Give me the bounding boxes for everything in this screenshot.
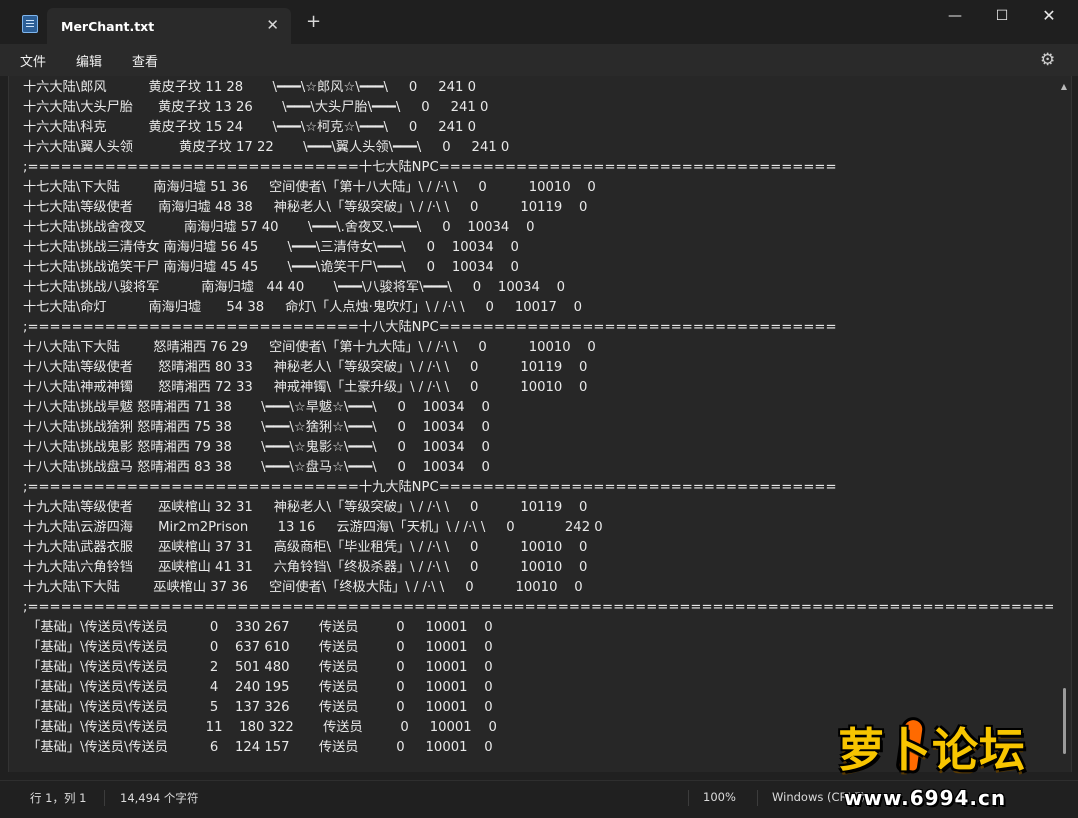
text-line[interactable]: 十七大陆\挑战舍夜叉 南海归墟 57 40 \━━━\.舍夜叉.\━━━\ 0 … (23, 218, 1053, 238)
text-line[interactable]: 十八大陆\下大陆 怒晴湘西 76 29 空间使者\「第十九大陆」\ / /·\ … (23, 338, 1053, 358)
file-tab[interactable]: MerChant.txt ✕ (47, 8, 291, 44)
scroll-up-arrow-icon[interactable]: ▲ (1061, 82, 1067, 91)
zoom-level[interactable]: 100% (703, 790, 736, 804)
text-line[interactable]: 「基础」\传送员\传送员 2 501 480 传送员 0 10001 0 (23, 658, 1053, 678)
text-line[interactable]: 十六大陆\科克 黄皮子坟 15 24 \━━━\☆柯克☆\━━━\ 0 241 … (23, 118, 1053, 138)
text-line[interactable]: 十七大陆\命灯 南海归墟 54 38 命灯\「人点烛·鬼吹灯」\ / /·\ \… (23, 298, 1053, 318)
tab-close-icon[interactable]: ✕ (266, 16, 279, 34)
text-line[interactable]: ;=======================================… (23, 598, 1053, 618)
text-line[interactable]: 十八大陆\挑战盘马 怒晴湘西 83 38 \━━━\☆盘马☆\━━━\ 0 10… (23, 458, 1053, 478)
text-line[interactable]: 十七大陆\挑战三清侍女 南海归墟 56 45 \━━━\三清侍女\━━━\ 0 … (23, 238, 1053, 258)
status-divider (688, 790, 689, 806)
notepad-window: MerChant.txt ✕ + — ☐ ✕ 文件 编辑 查看 ⚙ 十六大陆\郎… (0, 0, 1078, 818)
text-line[interactable]: ;==============================十九大陆NPC==… (23, 478, 1053, 498)
text-line[interactable]: 十九大陆\六角铃铛 巫峡棺山 41 31 六角铃铛\「终极杀器」\ / /·\ … (23, 558, 1053, 578)
text-line[interactable]: 十八大陆\神戒神镯 怒晴湘西 72 33 神戒神镯\「土豪升级」\ / /·\ … (23, 378, 1053, 398)
tab-title: MerChant.txt (61, 19, 155, 34)
text-line[interactable]: 十八大陆\挑战鬼影 怒晴湘西 79 38 \━━━\☆鬼影☆\━━━\ 0 10… (23, 438, 1053, 458)
watermark-title: 萝卜论坛 (838, 723, 1026, 777)
text-line[interactable]: ;==============================十七大陆NPC==… (23, 158, 1053, 178)
title-bar: MerChant.txt ✕ + — ☐ ✕ (0, 0, 1078, 44)
text-line[interactable]: 十七大陆\挑战八骏将军 南海归墟 44 40 \━━━\八骏将军\━━━\ 0 … (23, 278, 1053, 298)
notepad-app-icon (22, 15, 38, 33)
text-line[interactable]: 十七大陆\挑战诡笑干尸 南海归墟 45 45 \━━━\诡笑干尸\━━━\ 0 … (23, 258, 1053, 278)
text-line[interactable]: 「基础」\传送员\传送员 0 330 267 传送员 0 10001 0 (23, 618, 1053, 638)
text-line[interactable]: 十六大陆\大头尸胎 黄皮子坟 13 26 \━━━\大头尸胎\━━━\ 0 24… (23, 98, 1053, 118)
text-line[interactable]: 「基础」\传送员\传送员 0 637 610 传送员 0 10001 0 (23, 638, 1053, 658)
text-line[interactable]: 十九大陆\下大陆 巫峡棺山 37 36 空间使者\「终极大陆」\ / /·\ \… (23, 578, 1053, 598)
menu-bar: 文件 编辑 查看 ⚙ (0, 44, 1078, 76)
text-line[interactable]: 「基础」\传送员\传送员 4 240 195 传送员 0 10001 0 (23, 678, 1053, 698)
minimize-button[interactable]: — (932, 6, 978, 26)
text-line[interactable]: 十九大陆\云游四海 Mir2m2Prison 13 16 云游四海\「天机」\ … (23, 518, 1053, 538)
text-line[interactable]: 十九大陆\武器衣服 巫峡棺山 37 31 高级商柜\「毕业租凭」\ / /·\ … (23, 538, 1053, 558)
text-line[interactable]: 十七大陆\等级使者 南海归墟 48 38 神秘老人\「等级突破」\ / /·\ … (23, 198, 1053, 218)
vertical-scrollbar[interactable]: ▲ (1057, 76, 1071, 772)
text-line[interactable]: 十六大陆\翼人头领 黄皮子坟 17 22 \━━━\翼人头领\━━━\ 0 24… (23, 138, 1053, 158)
character-count: 14,494 个字符 (120, 791, 199, 805)
cursor-position: 行 1，列 1 (30, 791, 87, 805)
watermark-url: www.6994.cn (844, 786, 1007, 810)
text-line[interactable]: 十九大陆\等级使者 巫峡棺山 32 31 神秘老人\「等级突破」\ / /·\ … (23, 498, 1053, 518)
editor-content[interactable]: 十六大陆\郎风 黄皮子坟 11 28 \━━━\☆郎风☆\━━━\ 0 241 … (23, 78, 1053, 758)
status-divider (757, 790, 758, 806)
new-tab-button[interactable]: + (306, 13, 321, 31)
watermark-logo: 萝卜论坛 www.6994.cn (826, 708, 1066, 814)
maximize-button[interactable]: ☐ (979, 6, 1025, 26)
text-line[interactable]: 十八大陆\等级使者 怒晴湘西 80 33 神秘老人\「等级突破」\ / /·\ … (23, 358, 1053, 378)
menu-view[interactable]: 查看 (132, 51, 158, 70)
text-line[interactable]: 十六大陆\郎风 黄皮子坟 11 28 \━━━\☆郎风☆\━━━\ 0 241 … (23, 78, 1053, 98)
menu-edit[interactable]: 编辑 (76, 51, 102, 70)
text-editor[interactable]: 十六大陆\郎风 黄皮子坟 11 28 \━━━\☆郎风☆\━━━\ 0 241 … (8, 76, 1072, 772)
settings-gear-icon[interactable]: ⚙ (1040, 50, 1055, 70)
status-divider (104, 790, 105, 806)
menu-file[interactable]: 文件 (20, 51, 46, 70)
text-line[interactable]: ;==============================十八大陆NPC==… (23, 318, 1053, 338)
text-line[interactable]: 十八大陆\挑战猞猁 怒晴湘西 75 38 \━━━\☆猞猁☆\━━━\ 0 10… (23, 418, 1053, 438)
text-line[interactable]: 十七大陆\下大陆 南海归墟 51 36 空间使者\「第十八大陆」\ / /·\ … (23, 178, 1053, 198)
text-line[interactable]: 十八大陆\挑战旱魃 怒晴湘西 71 38 \━━━\☆旱魃☆\━━━\ 0 10… (23, 398, 1053, 418)
close-button[interactable]: ✕ (1026, 6, 1072, 26)
